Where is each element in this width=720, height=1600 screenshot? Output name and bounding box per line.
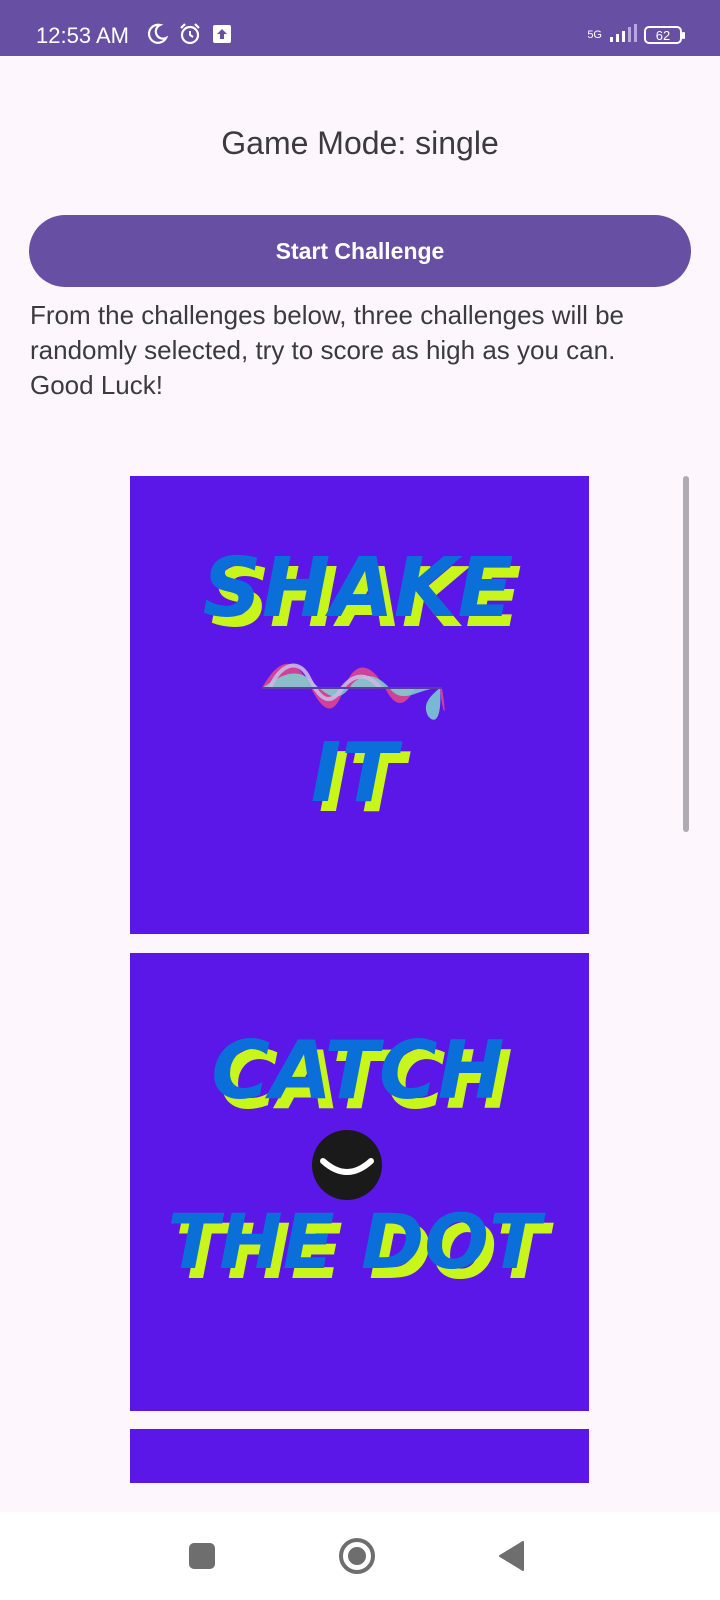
status-icons-right: 5G 62 [587,20,685,50]
challenge-title-line1: SHAKE [203,541,514,636]
status-time: 12:53 AM [36,23,129,48]
navigation-bar [0,1512,720,1600]
scrollbar[interactable] [683,476,689,832]
challenge-title-line1: CATCH [211,1024,504,1117]
challenge-card-catch-the-dot[interactable]: CATCH CATCH THE DOT THE DOT [130,953,589,1411]
sound-wave-icon [262,663,445,720]
instructions-text: From the challenges below, three challen… [30,298,690,403]
instructions-line-2: Good Luck! [30,370,163,400]
challenge-title-line2: IT [311,726,404,821]
recents-square-icon[interactable] [176,1530,228,1582]
home-circle-icon[interactable] [331,1530,383,1582]
network-label: 5G [587,29,602,41]
moon-icon [146,23,169,50]
start-challenge-button[interactable]: Start Challenge [29,215,691,287]
instructions-line-1: From the challenges below, three challen… [30,300,625,365]
challenge-card-3[interactable] [130,1429,589,1483]
signal-icon [608,23,638,48]
challenge-card-shake-it[interactable]: SHAKE SHAKE IT IT [130,476,589,934]
back-triangle-icon[interactable] [486,1530,538,1582]
status-bar: 12:53 AM 5G 62 [0,0,720,56]
game-mode-title: Game Mode: single [221,125,499,161]
upload-icon [212,24,232,49]
alarm-icon [178,22,202,51]
battery-icon: 62 [644,26,685,44]
status-icons-left [146,22,232,50]
challenge-title-line2: THE DOT [167,1197,546,1286]
smiley-dot-icon [312,1130,382,1200]
